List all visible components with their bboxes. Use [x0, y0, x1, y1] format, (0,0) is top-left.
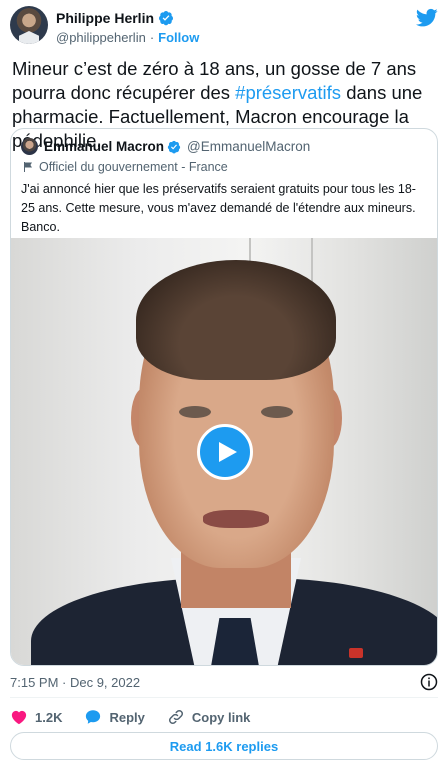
- verified-badge-icon: [167, 140, 181, 153]
- reply-button[interactable]: Reply: [84, 708, 145, 726]
- action-bar: 1.2K Reply Copy link: [10, 706, 250, 728]
- reply-label: Reply: [109, 709, 145, 725]
- separator: ·: [149, 30, 155, 45]
- video-frame-eye: [261, 406, 293, 418]
- video-player[interactable]: [11, 238, 437, 665]
- divider: [10, 697, 438, 698]
- hashtag-link[interactable]: #préservatifs: [235, 82, 341, 103]
- video-frame-mouth: [203, 510, 269, 528]
- copy-link-button[interactable]: Copy link: [167, 708, 251, 726]
- quoted-author-name[interactable]: Emmanuel Macron: [44, 139, 164, 154]
- reply-bubble-icon: [86, 710, 101, 724]
- quoted-author-handle[interactable]: @EmmanuelMacron: [187, 139, 310, 154]
- government-label: Officiel du gouvernement - France: [22, 160, 228, 174]
- government-flag-icon: [24, 162, 32, 172]
- verified-badge-icon: [159, 11, 174, 26]
- tweet-timestamp[interactable]: 7:15 PM · Dec 9, 2022: [10, 675, 140, 690]
- author-avatar[interactable]: [10, 6, 48, 44]
- video-frame-eye: [179, 406, 211, 418]
- copy-link-label: Copy link: [191, 709, 251, 725]
- play-icon: [219, 442, 237, 462]
- quoted-author-row[interactable]: Emmanuel Macron @EmmanuelMacron: [44, 139, 310, 154]
- info-icon[interactable]: [420, 673, 438, 691]
- heart-icon: [11, 710, 27, 725]
- like-count: 1.2K: [35, 709, 63, 725]
- author-handle-row: @philippeherlin · Follow: [56, 30, 199, 45]
- quoted-tweet-text: J'ai annoncé hier que les préservatifs s…: [21, 182, 416, 234]
- like-button[interactable]: 1.2K: [10, 708, 62, 726]
- author-handle[interactable]: @philippeherlin: [56, 30, 146, 45]
- government-label-text: Officiel du gouvernement - France: [39, 160, 228, 174]
- author-name[interactable]: Philippe Herlin: [56, 10, 154, 26]
- video-frame-pin: [349, 648, 363, 658]
- read-replies-button[interactable]: Read 1.6K replies: [10, 732, 438, 760]
- follow-button[interactable]: Follow: [158, 30, 199, 45]
- author-name-row[interactable]: Philippe Herlin: [56, 10, 174, 26]
- twitter-bird-icon[interactable]: [416, 8, 438, 28]
- play-button[interactable]: [197, 424, 253, 480]
- video-frame-hair: [136, 260, 336, 380]
- quoted-tweet[interactable]: Emmanuel Macron @EmmanuelMacron Officiel…: [10, 128, 438, 666]
- tweet-embed-card: Philippe Herlin @philippeherlin · Follow…: [0, 0, 448, 772]
- quoted-author-avatar[interactable]: [21, 138, 38, 155]
- link-icon: [168, 709, 183, 725]
